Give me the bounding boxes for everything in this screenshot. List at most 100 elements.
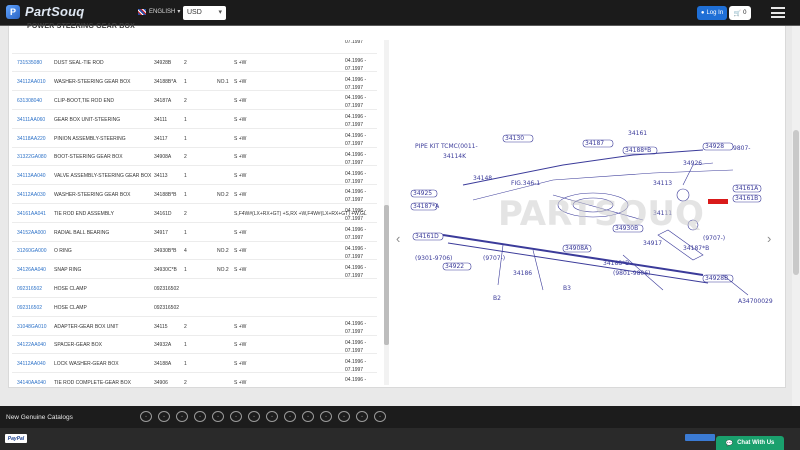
parts-table-row[interactable]: 34140AA040 TIE ROD COMPLETE-GEAR BOX 34906… (12, 373, 377, 385)
ford-icon[interactable]: ◦ (230, 411, 242, 422)
parts-table: 07.1997 731535080 DUST SEAL-TIE ROD 34928B 2… (12, 40, 377, 385)
part-code-link[interactable]: 34161AA041 (17, 211, 46, 217)
hamburger-menu-icon[interactable] (771, 7, 785, 18)
part-date-range: 04.1996 - 07.1997 (345, 245, 367, 260)
part-quantity: 2 (184, 154, 187, 161)
parts-table-row[interactable]: 34112AA030 WASHER-STEERING GEAR BOX 34188B… (12, 185, 377, 204)
vw-icon[interactable]: ◦ (194, 411, 206, 422)
part-spec: S +W (234, 116, 247, 123)
porsche-icon[interactable]: ◦ (338, 411, 350, 422)
part-name: ADAPTER-GEAR BOX UNIT (54, 323, 119, 330)
mitsubishi-icon[interactable]: ◦ (302, 411, 314, 422)
part-ref-number: 34928B (154, 60, 172, 67)
parts-table-row[interactable]: 34113AA040 VALVE ASSEMBLY-STEERING GEAR B… (12, 167, 377, 186)
part-note: NO.1 (217, 79, 229, 86)
parts-table-row[interactable]: 34152AA000 RADIAL BALL BEARING 34917 1 S +W 0… (12, 223, 377, 242)
parts-table-row[interactable]: 731535080 DUST SEAL-TIE ROD 34928B 2 S +W 04.… (12, 54, 377, 73)
parts-table-row[interactable]: 31048GA010 ADAPTER-GEAR BOX UNIT 34115 2 S +… (12, 317, 377, 336)
part-code-link[interactable]: 34112AA010 (17, 79, 46, 85)
login-button[interactable]: ● Log In (697, 6, 727, 20)
site-logo[interactable]: P PartSouq (6, 4, 84, 19)
nissan-icon[interactable]: ◦ (158, 411, 170, 422)
table-scrollbar-thumb[interactable] (384, 205, 389, 345)
part-ref-number: 34188B*B (154, 191, 177, 198)
bmw-icon[interactable]: ◦ (212, 411, 224, 422)
subaru-icon[interactable]: ◦ (374, 411, 386, 422)
part-code-link[interactable]: 31048GA010 (17, 324, 46, 330)
part-date-range: 04.1996 - 07.1997 (345, 76, 367, 91)
parts-table-row[interactable]: 34112AA010 WASHER-STEERING GEAR BOX 34188B… (12, 73, 377, 92)
parts-table-row[interactable]: 34122AA040 SPACER-GEAR BOX 34932A 1 S +W 04.1… (12, 336, 377, 355)
parts-table-row[interactable]: 092316502 HOSE CLAMP 092316502 (12, 298, 377, 317)
currency-select[interactable]: USD ▾ (183, 6, 226, 20)
part-date-range: 04.1996 - 07.1997 (345, 339, 367, 354)
part-code-link[interactable]: 34118AA220 (17, 136, 46, 142)
ferrari-icon[interactable]: ◦ (356, 411, 368, 422)
language-selector[interactable]: ENGLISH ▾ (138, 8, 180, 15)
part-code-link[interactable]: 34140AA040 (17, 380, 46, 385)
parts-table-row[interactable]: 07.1997 (12, 40, 377, 54)
svg-text:(9707-): (9707-) (703, 235, 725, 242)
parts-table-row[interactable]: 31322GA080 BOOT-STEERING GEAR BOX 34908A 2 S… (12, 148, 377, 167)
part-date-range: 04.1996 - 07.1997 (345, 208, 367, 223)
part-quantity: 1 (184, 361, 187, 368)
svg-text:FIG.346-1: FIG.346-1 (511, 180, 540, 187)
part-code-link[interactable]: 34126AA040 (17, 267, 46, 273)
part-note: NO.2 (217, 248, 229, 255)
part-code-link[interactable]: 731535080 (17, 60, 42, 66)
chat-button[interactable]: 💬 Chat With Us (716, 436, 784, 450)
parts-table-row[interactable]: 092316502 HOSE CLAMP 092316502 (12, 279, 377, 298)
part-code-link[interactable]: 34111AA060 (17, 117, 45, 123)
part-name: PINION ASSEMBLY-STEERING (54, 135, 126, 142)
part-date-range: 04.1996 - 07.1997 (345, 170, 367, 185)
part-code-link[interactable]: 31260GA000 (17, 248, 46, 254)
parts-table-row[interactable]: 34111AA060 GEAR BOX UNIT-STEERING 34111 1 S … (12, 110, 377, 129)
part-code-link[interactable]: 34113AA040 (17, 173, 46, 179)
parts-table-row[interactable]: 34118AA220 PINION ASSEMBLY-STEERING 34117 1… (12, 129, 377, 148)
currency-value: USD (187, 9, 202, 16)
part-code-link[interactable]: 631308040 (17, 98, 42, 104)
svg-text:B3: B3 (563, 285, 571, 292)
parts-diagram[interactable]: PIPE KIT TCMC(0011- 34114K 34130 34187 3… (403, 125, 773, 310)
kia-icon[interactable]: ◦ (266, 411, 278, 422)
part-ref-number: 34161D (154, 210, 172, 217)
part-code-link[interactable]: 092316502 (17, 305, 42, 311)
diagram-next-icon[interactable]: › (767, 231, 771, 246)
parts-table-row[interactable]: 631308040 CLIP-BOOT,TIE ROD END 34187A 2 S +… (12, 91, 377, 110)
parts-table-row[interactable]: 34161AA041 TIE ROD END ASSEMBLY 34161D 2 S,F… (12, 204, 377, 223)
footer-title: New Genuine Catalogs (6, 414, 73, 421)
uk-flag-icon (138, 8, 146, 15)
lexus-icon[interactable]: ◦ (320, 411, 332, 422)
part-quantity: 1 (184, 116, 187, 123)
parts-table-row[interactable]: 34112AA040 LOCK WASHER-GEAR BOX 34188A 1 S +… (12, 355, 377, 374)
svg-text:34187*A: 34187*A (413, 203, 440, 210)
svg-text:(9301-9706): (9301-9706) (415, 255, 452, 262)
part-name: WASHER-STEERING GEAR BOX (54, 79, 131, 86)
toyota-icon[interactable]: ◦ (140, 411, 152, 422)
cart-button[interactable]: 🛒 0 (729, 6, 751, 20)
svg-text:34908A: 34908A (565, 245, 589, 252)
honda-icon[interactable]: ◦ (176, 411, 188, 422)
part-code-link[interactable]: 31322GA080 (17, 154, 46, 160)
brand-icon-list: ◦ ◦ ◦ ◦ ◦ ◦ ◦ ◦ ◦ ◦ ◦ ◦ ◦ ◦ (140, 411, 386, 422)
mercedes-icon[interactable]: ◦ (284, 411, 296, 422)
part-spec: S +W (234, 60, 247, 67)
svg-text:34925: 34925 (413, 190, 432, 197)
part-code-link[interactable]: 34112AA030 (17, 192, 46, 198)
part-name: TIE ROD COMPLETE-GEAR BOX (54, 379, 131, 385)
part-code-link[interactable]: 34112AA040 (17, 361, 46, 367)
part-spec: S +W (234, 79, 247, 86)
page-scrollbar-thumb[interactable] (793, 130, 799, 275)
chat-label: Chat With Us (737, 440, 775, 446)
part-code-link[interactable]: 34122AA040 (17, 342, 46, 348)
svg-text:34928: 34928 (705, 143, 724, 150)
part-quantity: 2 (184, 210, 187, 217)
parts-table-row[interactable]: 31260GA000 O RING 34930B*B 4 NO.2 S +W 04.1996… (12, 242, 377, 261)
part-code-link[interactable]: 092316502 (17, 286, 42, 292)
part-name: VALVE ASSEMBLY-STEERING GEAR BOX (54, 173, 152, 180)
hyundai-icon[interactable]: ◦ (248, 411, 260, 422)
diagram-prev-icon[interactable]: ‹ (396, 231, 400, 246)
footer-catalogs: New Genuine Catalogs ◦ ◦ ◦ ◦ ◦ ◦ ◦ ◦ ◦ ◦ ◦ ◦ ◦ ◦ (0, 406, 800, 428)
part-code-link[interactable]: 34152AA000 (17, 230, 46, 236)
parts-table-row[interactable]: 34126AA040 SNAP RING 34930C*B 1 NO.2 S +W 04.1… (12, 261, 377, 280)
